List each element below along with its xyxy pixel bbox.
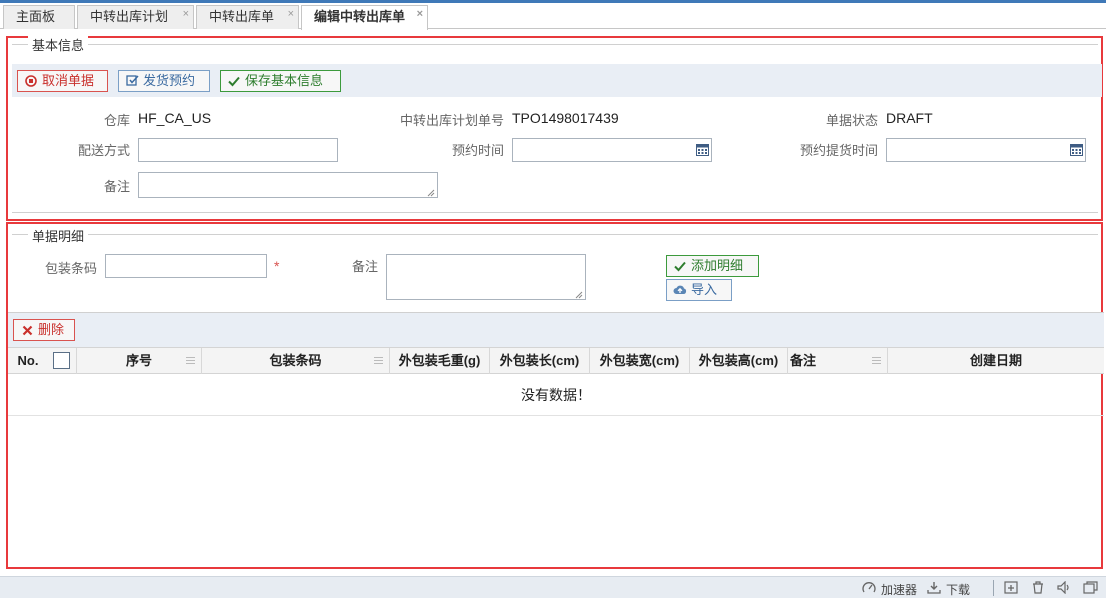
column-menu-icon[interactable] [374,357,383,364]
detail-remark-textarea[interactable] [386,254,586,300]
column-header-label: 序号 [125,353,152,368]
calendar-icon[interactable] [1070,143,1083,156]
column-header-label: 创建日期 [969,353,1022,368]
column-header-no: No. [8,348,48,374]
status-bar: 加速器 下载 [0,576,1106,598]
check-icon [673,256,687,276]
grid-header: No. 序号 包装条码 外包装毛重(g) 外包装长(cm) 外包装宽(cm) 外… [8,347,1104,374]
column-header-label: 外包装高(cm) [698,353,779,368]
shipping-reservation-label: 发货预约 [143,73,196,88]
column-header-length[interactable]: 外包装长(cm) [490,348,590,374]
package-barcode-label: 包装条码 [44,261,97,276]
order-status-value: DRAFT [886,110,933,126]
download-label[interactable]: 下载 [946,581,970,598]
column-header-label: 外包装长(cm) [499,353,580,368]
accelerator-icon[interactable] [862,581,876,597]
delete-label: 删除 [38,322,65,337]
close-icon [20,320,34,340]
pickup-time-label: 预约提货时间 [799,143,878,158]
trash-icon[interactable] [1031,581,1045,597]
add-window-icon[interactable] [1004,581,1018,597]
column-header-label: 外包装宽(cm) [599,353,680,368]
detail-remark-label: 备注 [351,259,378,274]
plan-number-value: TPO1498017439 [512,110,619,126]
package-barcode-input[interactable] [105,254,267,278]
delivery-method-input[interactable] [138,138,338,162]
shipping-reservation-button[interactable]: 发货预约 [118,70,210,92]
column-header-label: No. [17,353,39,368]
warehouse-value: HF_CA_US [138,110,212,126]
add-detail-label: 添加明细 [691,258,744,273]
close-icon[interactable]: × [183,3,189,25]
resize-grip-icon[interactable] [575,291,583,299]
calendar-icon[interactable] [696,143,709,156]
empty-message: 没有数据！ [521,387,591,403]
column-header-seq[interactable]: 序号 [76,348,202,374]
save-basic-info-button[interactable]: 保存基本信息 [220,70,341,92]
tab-label: 中转出库计划 [90,9,169,24]
column-header-created-date[interactable]: 创建日期 [888,348,1104,374]
status-divider [993,580,994,596]
select-all-checkbox[interactable] [53,352,70,369]
delivery-method-label: 配送方式 [77,143,130,158]
column-header-height[interactable]: 外包装高(cm) [690,348,788,374]
column-menu-icon[interactable] [186,357,195,364]
save-basic-info-label: 保存基本信息 [245,73,324,88]
column-header-label: 备注 [790,353,817,368]
column-header-gross-weight[interactable]: 外包装毛重(g) [390,348,490,374]
tab-label: 中转出库单 [209,9,275,24]
window-icon[interactable] [1083,581,1098,597]
tab-label: 主面板 [16,9,56,24]
close-icon[interactable]: × [288,3,294,25]
warehouse-label: 仓库 [103,113,130,128]
tab-strip: 主面板 中转出库计划 × 中转出库单 × 编辑中转出库单 × [0,3,1106,30]
column-header-remark[interactable]: 备注 [788,348,888,374]
column-menu-icon[interactable] [872,357,881,364]
column-header-barcode[interactable]: 包装条码 [202,348,390,374]
detail-divider [12,234,1098,235]
accelerator-label[interactable]: 加速器 [881,581,917,598]
pickup-time-input[interactable] [886,138,1086,162]
close-icon[interactable]: × [417,3,423,25]
required-mark: * [274,258,280,274]
edit-checkbox-icon [125,71,139,91]
grid-toolbar [8,313,1104,347]
tab-label: 编辑中转出库单 [314,9,406,24]
column-header-label: 外包装毛重(g) [398,353,481,368]
basic-info-bottom-divider [12,212,1098,213]
tab-dashboard[interactable]: 主面板 [3,5,75,29]
basic-info-legend: 基本信息 [28,35,89,54]
cancel-order-label: 取消单据 [42,73,95,88]
reservation-time-input[interactable] [512,138,712,162]
plan-number-label: 中转出库计划单号 [399,113,504,128]
remark-label: 备注 [103,179,130,194]
import-button[interactable]: 导入 [666,279,732,301]
remark-textarea[interactable] [138,172,438,198]
reservation-time-label: 预约时间 [451,143,504,158]
tab-transfer-outbound-order[interactable]: 中转出库单 × [196,5,299,29]
volume-icon[interactable] [1057,580,1071,597]
add-detail-button[interactable]: 添加明细 [666,255,759,277]
grid-empty-row: 没有数据！ [8,374,1104,416]
cloud-upload-icon [673,280,687,300]
column-header-label: 包装条码 [269,353,322,368]
check-icon [227,71,241,91]
resize-grip-icon[interactable] [427,189,435,197]
basic-info-divider [12,44,1098,45]
download-icon[interactable] [927,581,941,597]
cancel-order-button[interactable]: 取消单据 [17,70,108,92]
import-label: 导入 [691,282,718,297]
column-header-width[interactable]: 外包装宽(cm) [590,348,690,374]
tab-edit-transfer-outbound-order[interactable]: 编辑中转出库单 × [301,5,428,30]
detail-legend: 单据明细 [28,226,89,245]
stop-circle-icon [24,71,38,91]
order-status-label: 单据状态 [825,113,878,128]
delete-button[interactable]: 删除 [13,319,75,341]
tab-transfer-outbound-plan[interactable]: 中转出库计划 × [77,5,194,29]
